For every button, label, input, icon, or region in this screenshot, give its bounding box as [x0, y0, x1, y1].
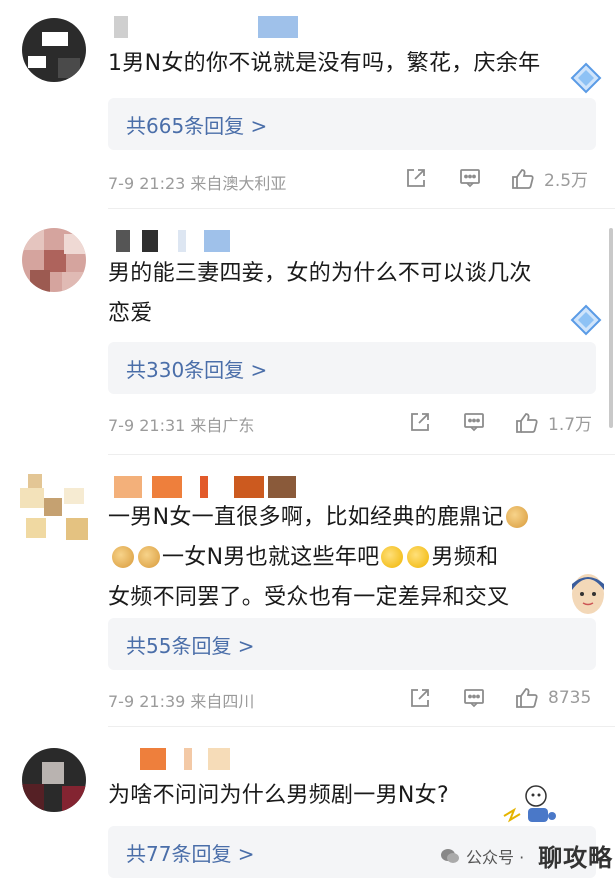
replies-link[interactable]: 共665条回复 >: [108, 98, 596, 150]
shrug-emoji-icon: [381, 546, 404, 568]
avatar[interactable]: [20, 474, 90, 544]
thumb-up-icon: [512, 168, 534, 189]
like-count: 8735: [548, 688, 592, 708]
divider: [108, 454, 615, 455]
cartoon-sticker-icon: [500, 782, 560, 832]
comment-icon[interactable]: [458, 166, 482, 190]
comment-icon[interactable]: [462, 686, 486, 710]
avatar[interactable]: [22, 228, 86, 292]
doge-emoji-icon: [112, 546, 134, 568]
doge-emoji-icon: [138, 546, 160, 568]
like-button[interactable]: 2.5万: [510, 166, 588, 191]
comment-text: 一男N女一直很多啊，比如经典的鹿鼎记 一女N男也就这些年吧 男频和 女频不同罢了。…: [108, 498, 588, 618]
wechat-icon: [441, 848, 459, 863]
time-location: 7-9 21:39 来自四川: [108, 692, 255, 711]
avatar[interactable]: [22, 18, 86, 82]
like-button[interactable]: 1.7万: [514, 410, 592, 435]
comment-text: 男的能三妻四妾，女的为什么不可以谈几次 恋爱: [108, 261, 532, 326]
watermark-name: 聊攻略: [538, 844, 614, 872]
thumb-up-icon: [516, 688, 538, 708]
doge-emoji-icon: [505, 506, 528, 528]
diamond-badge-icon: [566, 302, 606, 342]
avatar[interactable]: [22, 748, 86, 812]
like-button[interactable]: 8735: [514, 686, 591, 710]
comment-icon[interactable]: [462, 410, 486, 434]
comment-text: 1男N女的你不说就是没有吗，繁花，庆余年: [108, 51, 541, 76]
divider: [108, 208, 615, 209]
time-location: 7-9 21:23 来自澳大利亚: [108, 174, 287, 193]
watermark: 公众号 · 聊攻略: [440, 838, 613, 873]
like-count: 2.5万: [544, 171, 589, 191]
scrollbar[interactable]: [609, 228, 613, 428]
replies-link[interactable]: 共55条回复 >: [108, 618, 596, 670]
watermark-source: 公众号 ·: [466, 847, 525, 867]
share-icon[interactable]: [404, 166, 428, 190]
divider: [108, 726, 615, 727]
diamond-badge-icon: [566, 60, 606, 100]
share-icon[interactable]: [408, 686, 432, 710]
shrug-emoji-icon: [407, 546, 430, 568]
like-count: 1.7万: [548, 415, 593, 435]
time-location: 7-9 21:31 来自广东: [108, 416, 255, 435]
thumb-up-icon: [516, 412, 538, 433]
replies-link[interactable]: 共330条回复 >: [108, 342, 596, 394]
share-icon[interactable]: [408, 410, 432, 434]
avatar-sticker-icon: [568, 570, 608, 622]
